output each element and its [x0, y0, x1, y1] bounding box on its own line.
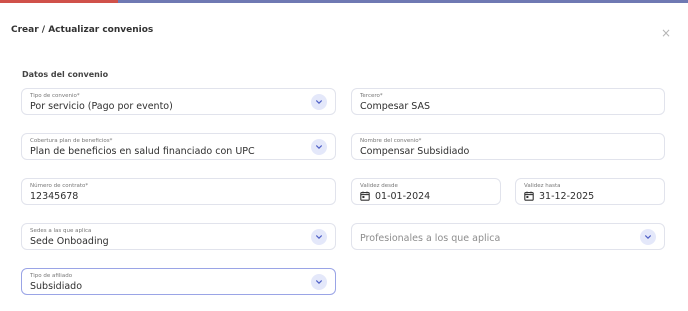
tercero-field[interactable]: Tercero* Compesar SAS: [351, 88, 665, 115]
numero-contrato-label: Número de contrato*: [30, 183, 89, 189]
chevron-down-icon[interactable]: [311, 274, 327, 290]
nombre-convenio-field[interactable]: Nombre del convenio* Compensar Subsidiad…: [351, 133, 665, 160]
top-accent-bar-red: [0, 0, 118, 3]
validez-hasta-label: Validez hasta: [524, 183, 561, 189]
tipo-afiliado-value: Subsidiado: [30, 281, 83, 292]
validez-desde-field[interactable]: Validez desde 01-01-2024: [351, 178, 501, 205]
close-icon[interactable]: ×: [659, 26, 673, 40]
tipo-afiliado-select[interactable]: Tipo de afiliado Subsidiado: [21, 268, 336, 295]
profesionales-select[interactable]: Profesionales a los que aplica: [351, 223, 665, 250]
profesionales-placeholder: Profesionales a los que aplica: [360, 233, 501, 244]
chevron-down-icon[interactable]: [640, 229, 656, 245]
tercero-label: Tercero*: [360, 93, 383, 99]
chevron-down-icon[interactable]: [311, 229, 327, 245]
sedes-select[interactable]: Sedes a las que aplica Sede Onboading: [21, 223, 336, 250]
validez-desde-value: 01-01-2024: [375, 191, 431, 202]
numero-contrato-field[interactable]: Número de contrato* 12345678: [21, 178, 336, 205]
cobertura-select[interactable]: Cobertura plan de beneficios* Plan de be…: [21, 133, 336, 160]
calendar-icon[interactable]: [360, 191, 370, 201]
tipo-afiliado-label: Tipo de afiliado: [30, 273, 73, 279]
tipo-convenio-label: Tipo de convenio*: [30, 93, 80, 99]
chevron-down-icon[interactable]: [311, 94, 327, 110]
sedes-value: Sede Onboading: [30, 236, 109, 247]
cobertura-value: Plan de beneficios en salud financiado c…: [30, 146, 255, 157]
calendar-icon[interactable]: [524, 191, 534, 201]
section-title: Datos del convenio: [22, 70, 109, 79]
modal-title: Crear / Actualizar convenios: [11, 25, 154, 35]
chevron-down-icon[interactable]: [311, 139, 327, 155]
tipo-convenio-value: Por servicio (Pago por evento): [30, 101, 173, 112]
nombre-convenio-value: Compensar Subsidiado: [360, 146, 470, 157]
nombre-convenio-label: Nombre del convenio*: [360, 138, 422, 144]
cobertura-label: Cobertura plan de beneficios*: [30, 138, 113, 144]
numero-contrato-value: 12345678: [30, 191, 79, 202]
validez-desde-label: Validez desde: [360, 183, 398, 189]
tercero-value: Compesar SAS: [360, 101, 431, 112]
validez-hasta-value: 31-12-2025: [539, 191, 595, 202]
tipo-convenio-select[interactable]: Tipo de convenio* Por servicio (Pago por…: [21, 88, 336, 115]
sedes-label: Sedes a las que aplica: [30, 228, 92, 234]
validez-hasta-field[interactable]: Validez hasta 31-12-2025: [515, 178, 665, 205]
